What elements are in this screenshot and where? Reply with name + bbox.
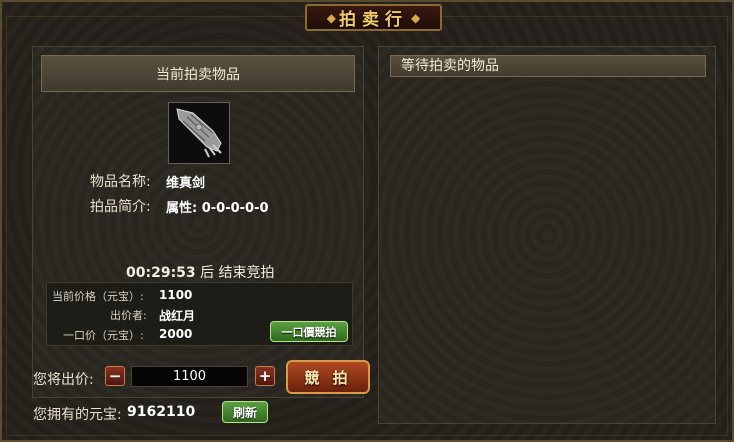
item-intro-value: 属性: 0-0-0-0-0 (166, 201, 269, 216)
current-price-label: 当前价格（元宝）: (52, 290, 144, 303)
auction-timer: 00:29:53 后 结束竞拍 (126, 262, 275, 282)
item-name-label: 物品名称: (90, 174, 151, 190)
item-slot[interactable] (168, 102, 230, 164)
current-price-value: 1100 (159, 288, 193, 302)
item-intro-label: 拍品简介: (90, 199, 151, 215)
title-ornament-right-icon: ◆ (411, 10, 421, 25)
window-title-plate: ◆ 拍卖行 ◆ (305, 4, 442, 31)
waiting-items-header: 等待拍卖的物品 (390, 55, 706, 77)
current-auction-header: 当前拍卖物品 (41, 55, 355, 92)
bidder-value: 战红月 (159, 309, 196, 323)
buyout-button[interactable]: 一口價競拍 (270, 321, 348, 342)
bid-amount-input[interactable] (131, 366, 248, 387)
buyout-price-label: 一口价（元宝）: (63, 329, 144, 342)
bid-button[interactable]: 競 拍 (286, 360, 370, 394)
timer-suffix: 后 结束竞拍 (200, 265, 275, 281)
refresh-button[interactable]: 刷新 (222, 401, 268, 423)
window-title: 拍卖行 (339, 10, 408, 30)
bid-label: 您将出价: (33, 372, 94, 388)
gauntlet-item-icon (176, 108, 222, 158)
item-name: 维真剑 (166, 176, 206, 191)
bidder-label: 出价者: (110, 309, 147, 322)
buyout-price-value: 2000 (159, 327, 193, 341)
balance-value: 9162110 (127, 404, 196, 420)
waiting-items-panel (378, 46, 716, 424)
balance-label: 您拥有的元宝: (33, 407, 122, 423)
title-ornament-left-icon: ◆ (326, 10, 336, 25)
bid-decrease-button[interactable]: − (105, 366, 125, 386)
auction-window: ◆ 拍卖行 ◆ 当前拍卖物品 等待拍卖的物品 物品名称: 维真剑 拍品简介: 属… (0, 0, 734, 442)
timer-value: 00:29:53 (126, 265, 196, 281)
bid-increase-button[interactable]: + (255, 366, 275, 386)
